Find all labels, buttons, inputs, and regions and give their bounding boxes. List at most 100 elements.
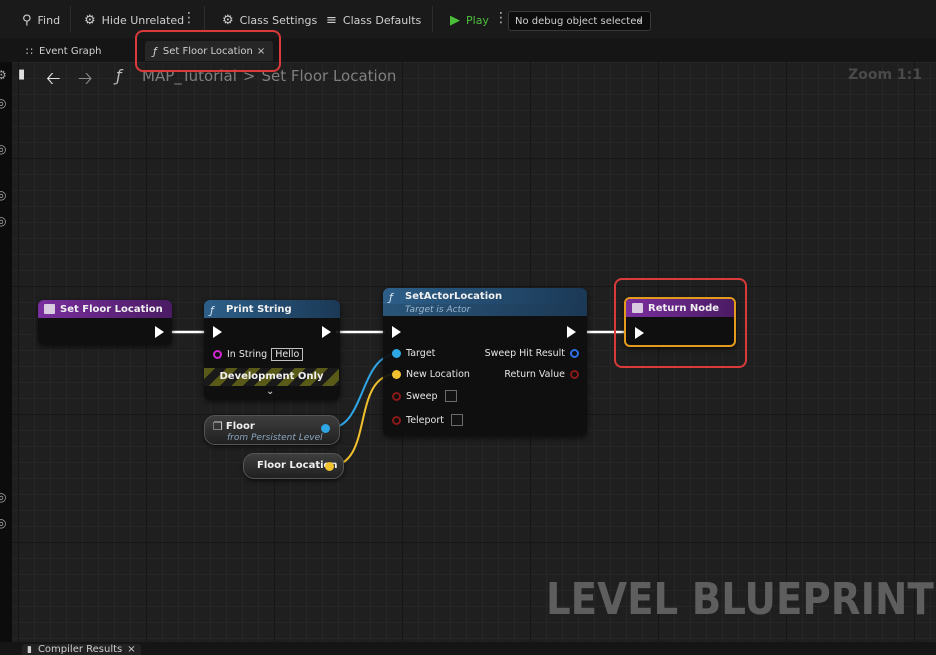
set-actor-location-node[interactable]: ƒ SetActorLocation Target is Actor Targe… bbox=[383, 288, 587, 436]
left-toolbar-strip: ⚙ ◎ ◎ ◎ ◎ ◎ ◎ bbox=[0, 62, 12, 655]
bookmark-icon[interactable]: ▮ bbox=[18, 67, 25, 82]
bottom-panel: ▮ Compiler Results × bbox=[0, 642, 936, 655]
expand-icon[interactable]: ◎ bbox=[0, 142, 10, 156]
tab-label: Event Graph bbox=[39, 45, 102, 57]
node-header: ƒ SetActorLocation bbox=[383, 288, 587, 304]
toolbar-divider bbox=[432, 6, 433, 32]
pin-label: Teleport bbox=[406, 414, 444, 426]
target-pin-row: Target bbox=[392, 348, 435, 359]
bool-pin[interactable] bbox=[392, 391, 401, 401]
gear-icon: ⚙ bbox=[222, 12, 234, 28]
exec-out-pin[interactable] bbox=[567, 326, 576, 338]
floor-location-variable-node[interactable]: Floor Location bbox=[243, 453, 344, 479]
forward-arrow-icon[interactable]: 🡢 bbox=[78, 66, 93, 96]
zoom-level: Zoom 1:1 bbox=[848, 67, 922, 83]
toolbar-divider bbox=[70, 6, 71, 32]
chevron-down-icon: ⌄ bbox=[635, 14, 644, 25]
pin-label: New Location bbox=[406, 369, 470, 380]
class-defaults-label: Class Defaults bbox=[342, 13, 422, 27]
tab-event-graph[interactable]: ∷ Event Graph bbox=[18, 41, 110, 61]
toolbar-divider bbox=[204, 6, 205, 32]
sweep-pin-row: Sweep bbox=[392, 390, 457, 402]
function-entry-icon bbox=[44, 304, 55, 314]
node-header: Set Floor Location bbox=[38, 300, 172, 318]
pin-label: Sweep Hit Result bbox=[484, 348, 565, 359]
node-title: SetActorLocation bbox=[405, 290, 503, 302]
node-title: Print String bbox=[226, 303, 292, 315]
expand-icon[interactable]: ◎ bbox=[0, 188, 10, 202]
pin-label: Return Value bbox=[504, 369, 565, 380]
find-label: Find bbox=[37, 13, 61, 27]
tab-highlight-annotation bbox=[135, 30, 281, 72]
return-value-pin-row: Return Value bbox=[504, 369, 579, 380]
play-icon: ▶ bbox=[450, 12, 460, 28]
object-pin[interactable] bbox=[321, 424, 330, 433]
node-subtitle: from Persistent Level bbox=[227, 433, 323, 443]
exec-in-pin[interactable] bbox=[213, 326, 222, 338]
class-settings-button[interactable]: ⚙ Class Settings bbox=[222, 9, 317, 31]
close-icon[interactable]: × bbox=[127, 644, 135, 655]
node-header: ƒ Print String bbox=[204, 300, 340, 318]
function-icon: ƒ bbox=[210, 304, 214, 317]
print-string-node[interactable]: ƒ Print String In String Hello Developme… bbox=[204, 300, 340, 400]
expand-icon[interactable]: ◎ bbox=[0, 96, 10, 110]
play-button[interactable]: ▶ Play bbox=[450, 9, 489, 31]
object-pin[interactable] bbox=[392, 349, 401, 358]
struct-pin[interactable] bbox=[570, 349, 579, 358]
cube-icon: ❐ bbox=[213, 420, 223, 433]
vector-pin[interactable] bbox=[392, 370, 401, 379]
search-icon: ⚲ bbox=[22, 12, 32, 28]
exec-in-pin[interactable] bbox=[392, 326, 401, 338]
node-title: Set Floor Location bbox=[60, 303, 163, 315]
hide-unrelated-button[interactable]: ⚙ Hide Unrelated bbox=[84, 9, 184, 31]
return-node-highlight-annotation bbox=[614, 278, 747, 368]
expand-icon[interactable]: ◎ bbox=[0, 214, 10, 228]
sweep-checkbox[interactable] bbox=[444, 390, 457, 402]
in-string-pin-row: In String Hello bbox=[213, 348, 304, 361]
new-location-pin-row: New Location bbox=[392, 369, 470, 380]
play-label: Play bbox=[466, 13, 489, 27]
teleport-checkbox[interactable] bbox=[451, 414, 463, 426]
tab-label: Compiler Results bbox=[37, 644, 123, 655]
function-entry-node[interactable]: Set Floor Location bbox=[38, 300, 172, 345]
node-title: Floor bbox=[225, 421, 255, 432]
development-only-banner: Development Only bbox=[204, 368, 339, 386]
vector-pin[interactable] bbox=[325, 462, 334, 471]
bool-pin[interactable] bbox=[570, 370, 579, 379]
find-button[interactable]: ⚲ Find bbox=[22, 9, 60, 31]
hide-unrelated-icon: ⚙ bbox=[84, 12, 96, 28]
sliders-icon: ≡ bbox=[326, 12, 337, 28]
function-icon: ƒ bbox=[389, 291, 393, 304]
play-options-icon[interactable]: ⋮ bbox=[494, 10, 508, 26]
level-blueprint-watermark: LEVEL BLUEPRINT bbox=[546, 574, 934, 625]
class-defaults-button[interactable]: ≡ Class Defaults bbox=[326, 9, 421, 31]
compiler-icon: ▮ bbox=[27, 644, 32, 655]
expand-icon[interactable]: ◎ bbox=[0, 490, 10, 504]
graph-icon: ∷ bbox=[26, 44, 33, 58]
tab-compiler-results[interactable]: ▮ Compiler Results × bbox=[22, 644, 141, 655]
gear-icon[interactable]: ⚙ bbox=[0, 68, 10, 82]
floor-title-row: ❐ Floor bbox=[213, 420, 255, 433]
exec-out-pin[interactable] bbox=[155, 326, 164, 338]
bool-pin[interactable] bbox=[392, 415, 401, 425]
pin-label: In String bbox=[227, 349, 268, 360]
floor-variable-node[interactable]: ❐ Floor from Persistent Level bbox=[204, 415, 340, 445]
expand-icon[interactable]: ◎ bbox=[0, 516, 10, 530]
back-arrow-icon[interactable]: 🡠 bbox=[46, 66, 61, 96]
string-pin[interactable] bbox=[213, 350, 222, 359]
hide-unrelated-options-icon[interactable]: ⋮ bbox=[182, 10, 196, 26]
hide-unrelated-label: Hide Unrelated bbox=[101, 13, 185, 27]
debug-object-select[interactable]: No debug object selected ⌄ bbox=[508, 11, 651, 31]
sweep-hit-result-pin-row: Sweep Hit Result bbox=[485, 348, 579, 359]
function-icon: ƒ bbox=[116, 66, 122, 85]
pin-label: Sweep bbox=[406, 390, 438, 402]
pin-label: Target bbox=[406, 348, 436, 359]
exec-out-pin[interactable] bbox=[322, 326, 331, 338]
in-string-input[interactable]: Hello bbox=[271, 348, 304, 361]
debug-object-value: No debug object selected bbox=[515, 15, 643, 27]
breadcrumb-current: Set Floor Location bbox=[261, 67, 397, 85]
chevron-down-icon[interactable]: ⌄ bbox=[266, 386, 274, 397]
class-settings-label: Class Settings bbox=[239, 13, 318, 27]
teleport-pin-row: Teleport bbox=[392, 414, 463, 426]
node-subtitle: Target is Actor bbox=[383, 304, 587, 316]
